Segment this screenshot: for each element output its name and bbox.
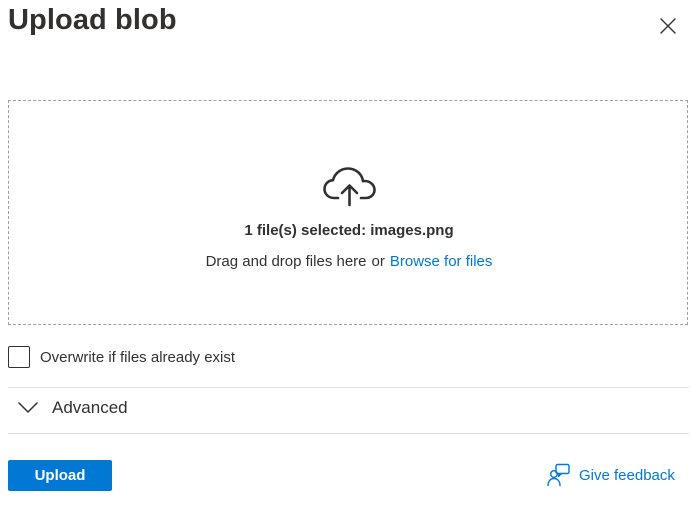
drag-drop-line: Drag and drop files here or Browse for fil… — [9, 253, 689, 270]
advanced-section-toggle[interactable]: Advanced — [18, 398, 128, 418]
overwrite-label: Overwrite if files already exist — [40, 348, 236, 366]
or-text: or — [371, 253, 385, 270]
selected-file-text: 1 file(s) selected: images.png — [244, 222, 454, 239]
give-feedback-link[interactable]: Give feedback — [547, 463, 675, 487]
advanced-label: Advanced — [52, 398, 128, 417]
cloud-upload-icon — [323, 167, 376, 207]
chevron-down-icon — [18, 402, 38, 413]
upload-button[interactable]: Upload — [8, 460, 112, 491]
file-dropzone[interactable]: 1 file(s) selected: images.png Drag and … — [8, 100, 688, 325]
feedback-person-icon — [547, 463, 570, 487]
overwrite-checkbox[interactable] — [8, 346, 30, 368]
overwrite-option[interactable]: Overwrite if files already exist — [8, 346, 235, 368]
divider — [8, 387, 689, 388]
close-button[interactable] — [656, 14, 680, 38]
drag-drop-text: Drag and drop files here — [205, 253, 367, 270]
give-feedback-label: Give feedback — [579, 466, 675, 484]
browse-files-link[interactable]: Browse for files — [390, 253, 493, 270]
panel-title: Upload blob — [8, 4, 177, 36]
upload-blob-panel: Upload blob 1 file(s) selected: images.p… — [0, 0, 690, 505]
close-icon — [660, 18, 676, 34]
divider — [8, 433, 689, 434]
